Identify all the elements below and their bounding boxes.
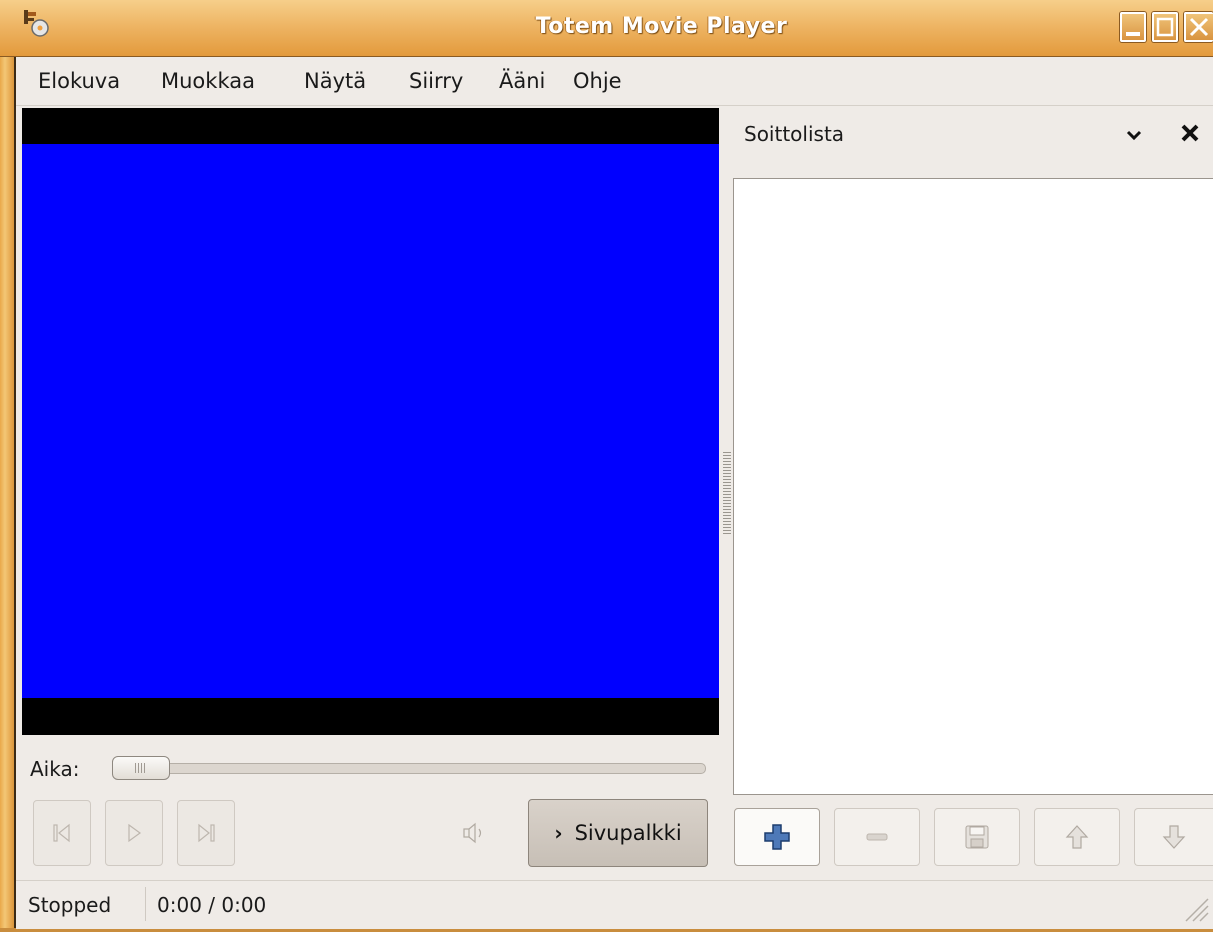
- menu-aani[interactable]: Ääni: [499, 69, 545, 93]
- arrow-down-icon: [1162, 825, 1186, 849]
- minimize-button[interactable]: [1120, 12, 1146, 42]
- close-window-button[interactable]: [1184, 12, 1213, 42]
- skip-forward-icon: [198, 823, 215, 843]
- skip-back-icon: [53, 823, 70, 843]
- playback-time: 0:00 / 0:00: [157, 893, 267, 917]
- arrow-up-icon: [1065, 825, 1089, 849]
- status-separator: [145, 887, 146, 921]
- menu-siirry[interactable]: Siirry: [409, 69, 463, 93]
- playlist-move-up-button[interactable]: [1034, 808, 1120, 866]
- playlist-move-down-button[interactable]: [1134, 808, 1213, 866]
- sidebar-toggle-label: Sivupalkki: [574, 821, 682, 845]
- play-icon: [128, 823, 142, 843]
- plus-icon: [764, 824, 790, 850]
- seek-slider[interactable]: [112, 763, 706, 774]
- menu-nayta[interactable]: Näytä: [304, 69, 366, 93]
- chevron-down-icon: [1126, 130, 1142, 141]
- window-title: Totem Movie Player: [535, 14, 788, 39]
- menu-elokuva[interactable]: Elokuva: [38, 69, 120, 93]
- sidebar-close-button[interactable]: [1179, 122, 1201, 150]
- video-frame: [22, 144, 719, 698]
- pane-divider-grip[interactable]: [723, 452, 731, 534]
- speaker-icon: [463, 822, 482, 844]
- playlist-remove-button[interactable]: [834, 808, 920, 866]
- menubar: Elokuva Muokkaa Näytä Siirry Ääni Ohje: [16, 57, 1213, 106]
- minus-icon: [866, 833, 888, 841]
- menu-ohje[interactable]: Ohje: [573, 69, 622, 93]
- sidebar-menu-button[interactable]: [1125, 126, 1143, 144]
- window-frame-left: [0, 0, 16, 932]
- volume-button[interactable]: [460, 818, 490, 848]
- video-area[interactable]: [22, 108, 719, 735]
- window-titlebar[interactable]: Totem Movie Player: [0, 0, 1213, 57]
- next-button[interactable]: [177, 800, 235, 866]
- play-button[interactable]: [105, 800, 163, 866]
- maximize-button[interactable]: [1152, 12, 1178, 42]
- playlist-title: Soittolista: [744, 122, 845, 146]
- playlist-save-button[interactable]: [934, 808, 1020, 866]
- minimize-icon: [1126, 32, 1140, 36]
- menu-muokkaa[interactable]: Muokkaa: [161, 69, 255, 93]
- resize-grip[interactable]: [1180, 893, 1210, 923]
- previous-button[interactable]: [33, 800, 91, 866]
- chevron-right-icon: ›: [554, 821, 563, 845]
- seek-label: Aika:: [30, 757, 80, 781]
- playlist-add-button[interactable]: [734, 808, 820, 866]
- floppy-icon: [965, 825, 989, 849]
- statusbar: Stopped 0:00 / 0:00: [16, 880, 1213, 929]
- playback-status: Stopped: [28, 893, 112, 917]
- close-icon: [1189, 17, 1209, 37]
- close-icon: [1181, 124, 1199, 142]
- resize-grip-icon: [1185, 898, 1209, 922]
- playlist-list[interactable]: [733, 178, 1213, 795]
- sidebar-toggle-button[interactable]: › Sivupalkki: [528, 799, 708, 867]
- seek-slider-thumb[interactable]: [112, 756, 170, 780]
- maximize-icon: [1156, 17, 1174, 37]
